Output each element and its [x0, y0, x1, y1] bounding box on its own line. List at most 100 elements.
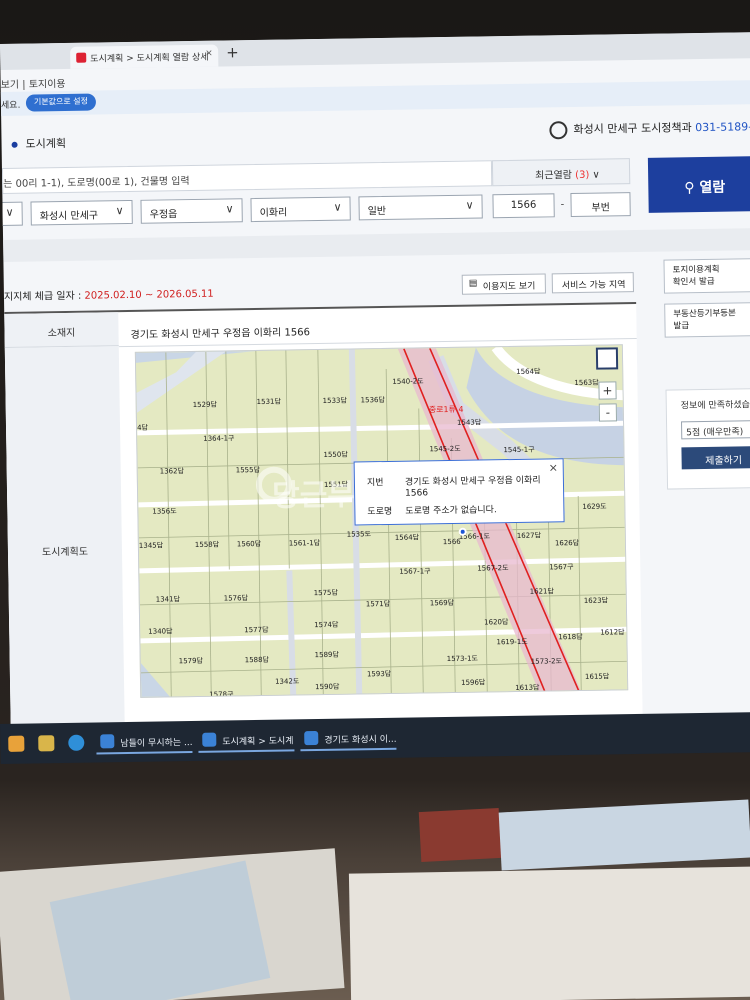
section-title-text: 도시계획 [25, 136, 67, 151]
parcel-label: 1618답 [558, 632, 583, 642]
survey-question: 정보에 만족하셨습니 [680, 400, 750, 412]
town-value: 우정읍 [149, 209, 178, 221]
parcel-label: 1578구 [209, 690, 234, 698]
taskbar-window-2[interactable]: 도시계획 > 도시계... [198, 725, 295, 753]
lot-type-select[interactable]: 일반 ∨ [358, 194, 483, 221]
document-icon: ▤ [468, 278, 478, 289]
parcel-label: 1596답 [461, 678, 486, 687]
parcel-label: 1545-2도 [429, 444, 461, 454]
taskbar-window-1[interactable]: 남들이 무시하는 ... [96, 726, 193, 755]
parcel-label: 1567-2도 [477, 564, 509, 573]
parcel-label: 1364-1구 [203, 434, 235, 443]
map-view-button[interactable]: ▤ 이용지도 보기 [461, 273, 546, 295]
chevron-down-icon: ∨ [115, 204, 124, 218]
fullscreen-icon[interactable] [595, 347, 619, 370]
cert-label: 토지이용계획 확인서 발급 [672, 264, 720, 288]
chevron-down-icon: ∨ [5, 205, 14, 219]
province-select[interactable]: ∨ [0, 201, 23, 227]
parcel-label: 1569답 [429, 598, 455, 608]
parcel-label: 4답 [136, 423, 149, 432]
close-icon[interactable]: × [549, 461, 558, 474]
right-sidebar: 토지이용계획 확인서 발급 부동산등기부등본 발급 정보에 만족하셨습니 5점 … [663, 258, 750, 490]
submit-button[interactable]: 제출하기 [681, 446, 750, 470]
location-header: 소재지 [4, 312, 119, 348]
parcel-label: 1342도 [274, 677, 300, 686]
window-icon [304, 731, 319, 746]
service-area-button[interactable]: 서비스 가능 지역 [551, 272, 634, 294]
village-select[interactable]: 이화리 ∨ [250, 196, 351, 223]
district-select[interactable]: 화성시 만세구 ∨ [30, 199, 133, 226]
parcel-label: 1543답 [456, 418, 482, 427]
map-view-label: 이용지도 보기 [482, 281, 536, 293]
recent-views-dropdown[interactable]: 최근열람 (3) ∨ [491, 158, 631, 187]
parcel-label: 1589답 [314, 650, 339, 660]
recent-count: (3) [575, 169, 590, 181]
section-title: 도시계획 [11, 135, 66, 152]
parcel-label: 1533답 [322, 396, 347, 405]
zoom-in-button[interactable]: + [598, 381, 617, 400]
chevron-down-icon: ∨ [333, 200, 342, 214]
window-icon [202, 732, 217, 747]
parcel-label: 1536답 [360, 395, 385, 405]
search-icon: ⚲ [684, 180, 700, 197]
parcel-label: 1613답 [515, 683, 540, 692]
parcel-label: 1612답 [600, 628, 625, 637]
task-label: 도시계획 > 도시계... [222, 736, 295, 748]
chevron-down-icon: ∨ [225, 202, 234, 216]
zoom-out-button[interactable]: - [598, 403, 618, 422]
contact-info: 화성시 만세구 도시정책과 031-5189-60 [549, 118, 750, 140]
search-input[interactable]: 는 00리 1-1), 도로명(00로 1), 건물명 입력 [1, 160, 493, 194]
town-select[interactable]: 우정읍 ∨ [140, 198, 243, 224]
browser-tab[interactable]: 도시계획 > 도시계획 열람 상세 [70, 44, 219, 69]
copilot-icon[interactable] [8, 735, 25, 752]
tab-close-icon[interactable]: × [205, 49, 213, 59]
sub-number-input[interactable]: 부번 [570, 192, 631, 218]
parcel-label: 1341답 [155, 595, 181, 604]
search-button[interactable]: ⚲ 열람 [647, 155, 750, 213]
taskbar-window-3[interactable]: 경기도 화성시 이... [300, 723, 397, 752]
main-number-input[interactable]: 1566 [492, 193, 555, 219]
parcel-label: 1620답 [484, 618, 509, 627]
rating-select[interactable]: 5점 (매우만족) [681, 420, 750, 440]
registry-label: 부동산등기부등본 발급 [673, 308, 736, 332]
date-label: 지지체 체급 일자 : [3, 290, 82, 303]
desk-blue-document [498, 799, 750, 871]
city-plan-map[interactable]: 1529답 1531답 1533답 1536답 1540-2도 1564답 1563답 154… [134, 344, 629, 698]
parcel-label: 1564답 [394, 533, 420, 542]
task-label: 경기도 화성시 이... [324, 734, 397, 746]
parcel-label: 1340답 [148, 627, 173, 636]
parcel-label: 1563답 [574, 378, 599, 388]
parcel-label: 1531답 [256, 397, 281, 407]
notice-text: 세요. [0, 100, 21, 111]
popup-lot-label: 지번 [366, 478, 384, 489]
parcel-label: 1550답 [323, 450, 348, 459]
parcel-label: 1615답 [584, 672, 610, 681]
breadcrumb[interactable]: 보기 | 토지이용 [1, 75, 66, 91]
land-use-cert-button[interactable]: 토지이용계획 확인서 발급 [663, 258, 750, 294]
default-setting-button[interactable]: 기본값으로 설정 [25, 93, 97, 112]
registry-button[interactable]: 부동산등기부등본 발급 [664, 302, 750, 338]
parcel-label: 1627답 [516, 531, 542, 540]
popup-road-value: 도로명 주소가 없습니다. [405, 505, 497, 517]
window-icon [100, 734, 115, 749]
search-button-label: 열람 [699, 179, 726, 197]
chevron-down-icon: ∨ [465, 198, 474, 212]
task-label: 남들이 무시하는 ... [120, 737, 193, 750]
parcel-label: 1558답 [194, 540, 220, 550]
notice-bar: 세요. 기본값으로 설정 [0, 80, 750, 116]
result-table: 소재지 경기도 화성시 만세구 우정읍 이화리 1566 도시계획도 1529답… [4, 302, 644, 752]
parcel-label: 1575답 [313, 588, 338, 598]
tab-title: 도시계획 > 도시계획 열람 상세 [90, 52, 209, 65]
new-tab-button[interactable]: + [226, 43, 239, 61]
parcel-label: 1579답 [178, 656, 204, 666]
edge-icon[interactable] [68, 734, 85, 751]
number-separator: - [560, 199, 565, 211]
parcel-label: 1573-1도 [446, 654, 479, 664]
folder-icon[interactable] [38, 735, 55, 752]
satisfaction-survey: 정보에 만족하셨습니 5점 (매우만족) 제출하기 [665, 388, 750, 490]
parcel-label: 1560답 [236, 539, 262, 549]
tab-bar: 도시계획 > 도시계획 열람 상세 × + [0, 32, 750, 70]
parcel-label: 1540-2도 [392, 377, 424, 386]
site-favicon-icon [76, 52, 87, 63]
parcel-label: 1629도 [582, 502, 607, 511]
